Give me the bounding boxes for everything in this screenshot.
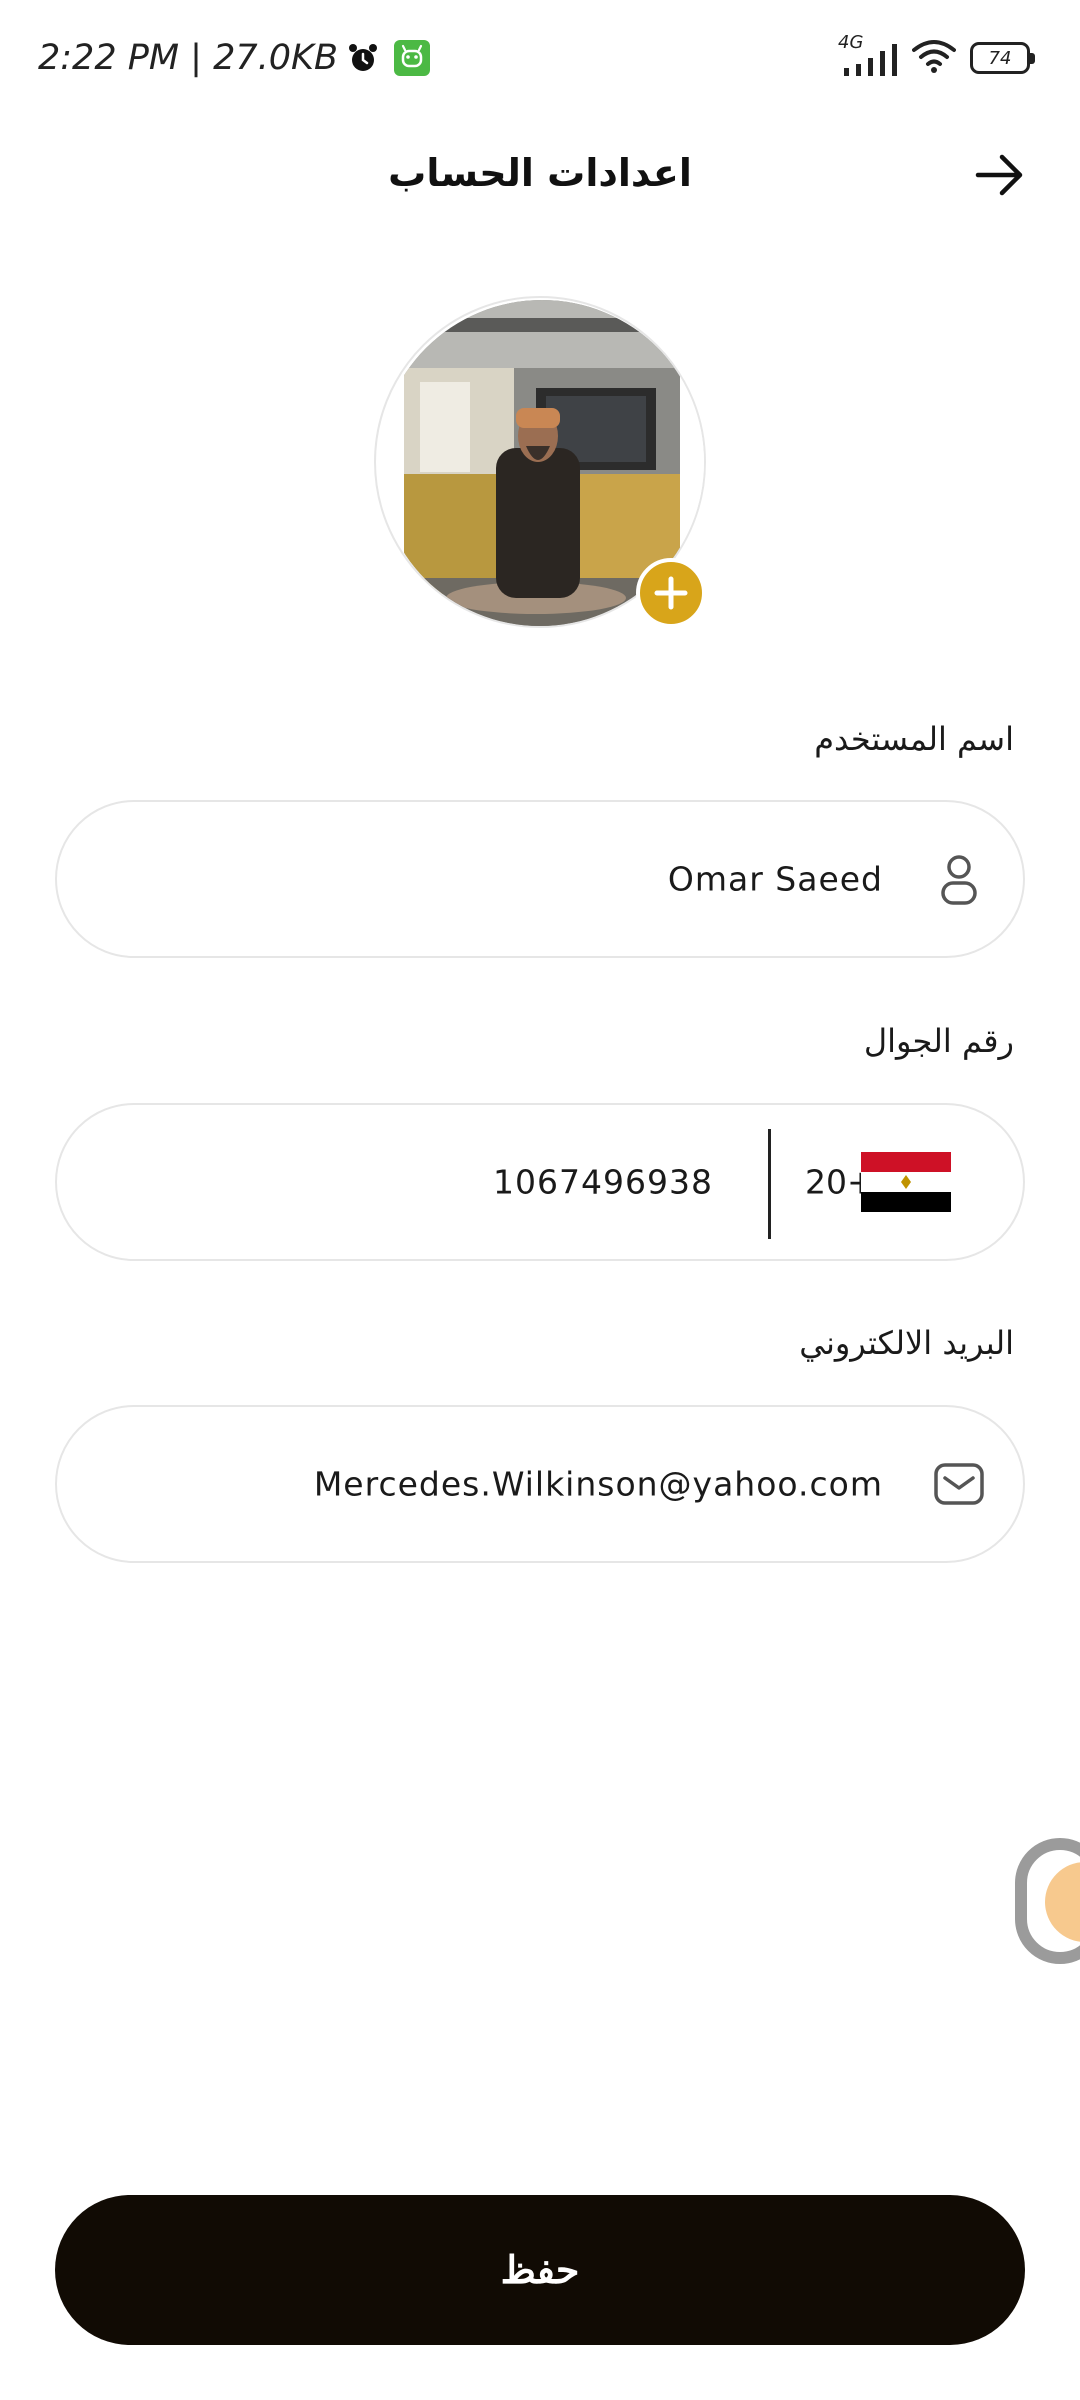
floating-assistant-bubble[interactable]	[1015, 1838, 1080, 1964]
phone-divider	[768, 1129, 771, 1239]
username-input[interactable]: Omar Saeed	[668, 860, 883, 899]
phone-field[interactable]: 1067496938 20+	[55, 1103, 1025, 1261]
mail-icon	[931, 1456, 987, 1512]
back-button[interactable]	[968, 143, 1032, 207]
battery-icon: 74	[970, 42, 1035, 74]
battery-level: 74	[988, 47, 1012, 69]
status-bar: 2:22 PM | 27.0KB 4G 74	[0, 0, 1080, 125]
wifi-icon	[912, 38, 956, 78]
save-button[interactable]: حفظ	[55, 2195, 1025, 2345]
app-header: اعدادات الحساب	[0, 125, 1080, 235]
egypt-flag-icon[interactable]	[861, 1152, 951, 1212]
email-label: البريد الالكتروني	[799, 1324, 1014, 1362]
user-icon	[931, 851, 987, 907]
page-title: اعدادات الحساب	[388, 151, 692, 195]
username-label: اسم المستخدم	[814, 720, 1014, 758]
status-right: 4G 74	[838, 32, 1035, 78]
username-field[interactable]: Omar Saeed	[55, 800, 1025, 958]
plus-icon	[654, 576, 688, 610]
add-photo-button[interactable]	[636, 558, 706, 628]
alarm-icon	[346, 41, 380, 75]
email-input[interactable]: Mercedes.Wilkinson@yahoo.com	[314, 1465, 883, 1504]
arrow-right-icon	[975, 154, 1023, 196]
status-time-info: 2:22 PM | 27.0KB	[38, 38, 338, 78]
profile-photo-section	[374, 296, 706, 628]
floating-bubble-icon	[1045, 1862, 1080, 1942]
account-settings-screen: 2:22 PM | 27.0KB 4G 74 اعدادات الحساب اس…	[0, 0, 1080, 2400]
email-field[interactable]: Mercedes.Wilkinson@yahoo.com	[55, 1405, 1025, 1563]
app-badge-icon	[393, 40, 430, 76]
phone-input[interactable]: 1067496938	[493, 1163, 713, 1202]
phone-label: رقم الجوال	[863, 1022, 1014, 1060]
status-left: 2:22 PM | 27.0KB	[38, 38, 430, 78]
signal-icon: 4G	[838, 32, 898, 78]
